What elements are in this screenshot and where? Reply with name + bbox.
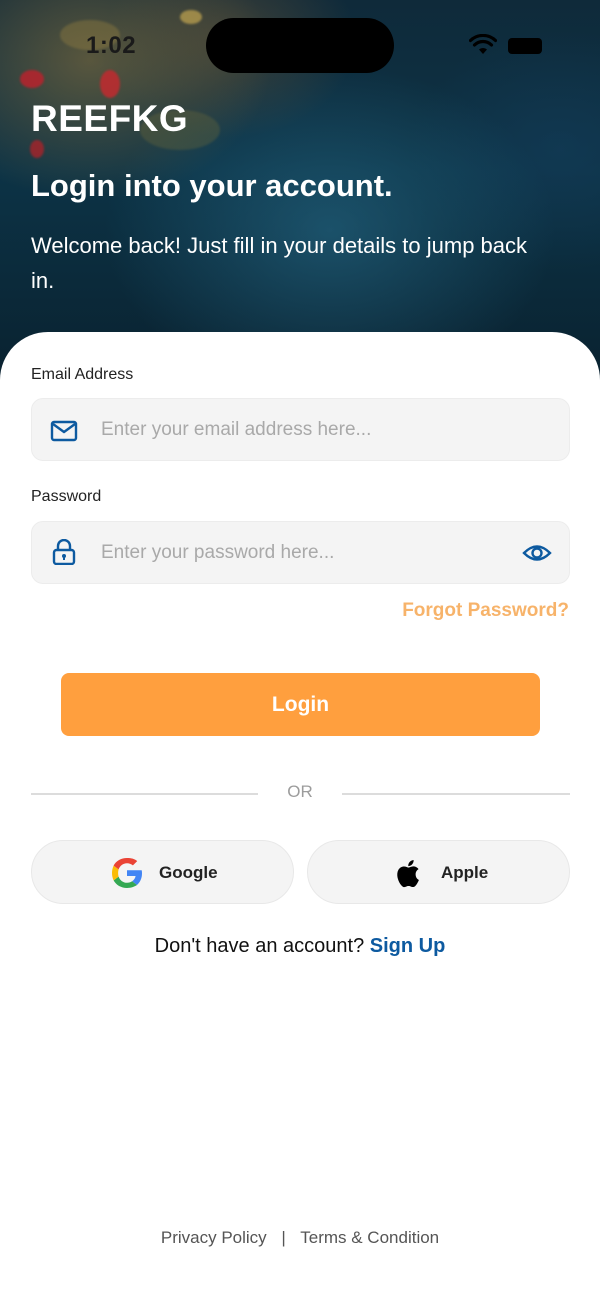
- signup-prompt: Don't have an account?: [154, 935, 365, 957]
- apple-signin-button[interactable]: Apple: [307, 840, 570, 904]
- login-button[interactable]: Login: [61, 673, 540, 736]
- signup-link[interactable]: Sign Up: [370, 935, 446, 957]
- google-icon: [112, 858, 142, 888]
- apple-label: Apple: [441, 863, 489, 882]
- google-label: Google: [159, 863, 218, 882]
- google-signin-button[interactable]: Google: [31, 840, 294, 904]
- terms-link[interactable]: Terms & Condition: [300, 1228, 439, 1247]
- brand-name: REEFKG: [31, 98, 189, 139]
- dynamic-island: [206, 18, 394, 73]
- mail-icon: [50, 420, 78, 442]
- email-placeholder: Enter your email address here...: [101, 419, 372, 440]
- lock-icon: [52, 539, 76, 565]
- eye-icon[interactable]: [522, 542, 552, 564]
- status-time: 1:02: [86, 32, 137, 59]
- password-placeholder: Enter your password here...: [101, 542, 335, 563]
- status-bar: 1:02: [0, 0, 600, 90]
- forgot-password-link[interactable]: Forgot Password?: [402, 600, 569, 622]
- email-label: Email Address: [31, 366, 134, 383]
- password-field[interactable]: Enter your password here...: [31, 521, 570, 584]
- password-label: Password: [31, 488, 102, 505]
- apple-icon: [397, 860, 419, 888]
- wifi-icon: [469, 34, 497, 54]
- page-title: Login into your account.: [31, 168, 393, 203]
- divider-line-right: [342, 793, 570, 795]
- privacy-policy-link[interactable]: Privacy Policy: [161, 1228, 267, 1247]
- login-sheet: [0, 332, 600, 1299]
- or-divider-label: OR: [287, 782, 313, 801]
- page-subtitle: Welcome back! Just fill in your details …: [31, 233, 528, 293]
- coral-shape: [30, 140, 44, 158]
- divider-line-left: [31, 793, 258, 795]
- battery-icon: [508, 38, 542, 54]
- footer-links: Privacy Policy | Terms & Condition: [0, 1228, 600, 1248]
- email-field[interactable]: Enter your email address here...: [31, 398, 570, 461]
- footer-separator: |: [281, 1228, 286, 1247]
- signup-row: Don't have an account? Sign Up: [0, 935, 600, 958]
